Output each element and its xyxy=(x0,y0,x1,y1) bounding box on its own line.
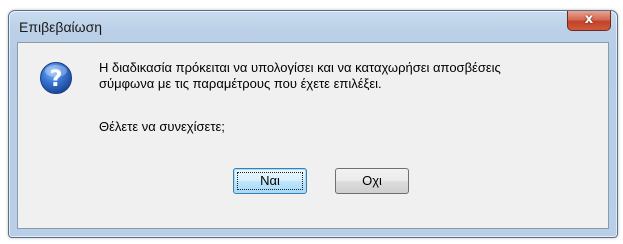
title-bar[interactable]: Επιβεβαίωση x xyxy=(9,11,617,43)
svg-text:?: ? xyxy=(50,67,63,92)
message-line: σύμφωνα με τις παραμέτρους που έχετε επι… xyxy=(99,76,382,91)
message-line: Η διαδικασία πρόκειται να υπολογίσει και… xyxy=(99,60,501,75)
question-icon: ? xyxy=(40,62,72,94)
no-button[interactable]: Οχι xyxy=(335,168,409,194)
dialog-body: ? Η διαδικασία πρόκειται να υπολογίσει κ… xyxy=(17,42,609,229)
close-icon: x xyxy=(584,12,594,27)
confirmation-dialog: Επιβεβαίωση x ? Η διαδικασία πρόκειται ν… xyxy=(8,10,618,238)
confirmation-question: Θέλετε να συνεχίσετε; xyxy=(99,119,225,134)
close-button[interactable]: x xyxy=(567,11,611,31)
yes-button[interactable]: Ναι xyxy=(233,168,307,194)
dialog-message: Η διαδικασία πρόκειται να υπολογίσει και… xyxy=(99,60,599,92)
dialog-title: Επιβεβαίωση xyxy=(19,19,103,35)
